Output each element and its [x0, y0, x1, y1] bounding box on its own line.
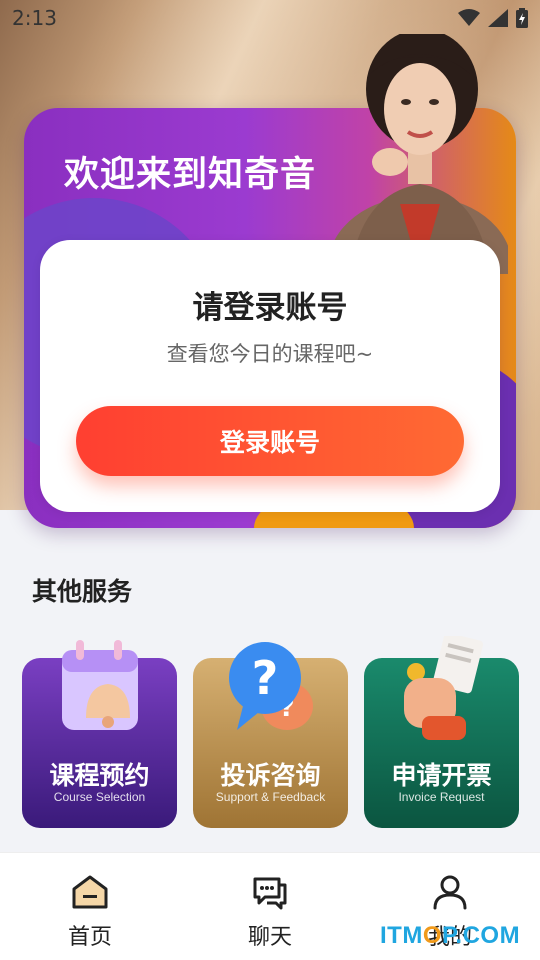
service-sublabel: Invoice Request [398, 790, 485, 804]
watermark: ITMOP.COM [380, 922, 521, 949]
presenter-portrait-image [330, 34, 508, 274]
status-bar: 2:13 [0, 0, 540, 36]
calendar-bell-icon [62, 640, 138, 730]
service-label: 投诉咨询 [220, 761, 321, 790]
status-time: 2:13 [12, 6, 57, 30]
service-invoice-request[interactable]: 申请开票 Invoice Request [364, 636, 519, 828]
wifi-icon [458, 9, 480, 26]
battery-icon [516, 8, 528, 28]
service-course-booking[interactable]: 课程预约 Course Selection [22, 640, 177, 828]
banner-title: 欢迎来到知奇音 [64, 155, 317, 195]
login-title: 请登录账号 [192, 290, 348, 326]
tab-label: 聊天 [247, 925, 292, 950]
chat-icon [253, 877, 287, 910]
home-icon [72, 875, 108, 909]
login-card: 请登录账号 查看您今日的课程吧~ 登录账号 [40, 240, 500, 512]
invoice-hand-icon [404, 636, 484, 740]
service-sublabel: Course Selection [53, 790, 146, 804]
service-label: 课程预约 [49, 761, 150, 790]
services-section-title: 其他服务 [32, 577, 133, 606]
service-sublabel: Support & Feedback [215, 790, 326, 804]
signal-icon [488, 9, 508, 27]
login-subtitle: 查看您今日的课程吧~ [166, 342, 374, 366]
tab-label: 首页 [67, 925, 112, 950]
service-support-feedback[interactable]: ? ? 投诉咨询 Support & Feedback [193, 642, 348, 828]
tab-home[interactable]: 首页 [0, 853, 180, 960]
tab-chat[interactable]: 聊天 [180, 853, 360, 960]
question-bubble-icon: ? ? [229, 642, 313, 730]
profile-icon [433, 875, 467, 910]
svg-text:?: ? [252, 651, 279, 705]
service-label: 申请开票 [391, 761, 492, 790]
login-button[interactable]: 登录账号 [76, 406, 464, 476]
